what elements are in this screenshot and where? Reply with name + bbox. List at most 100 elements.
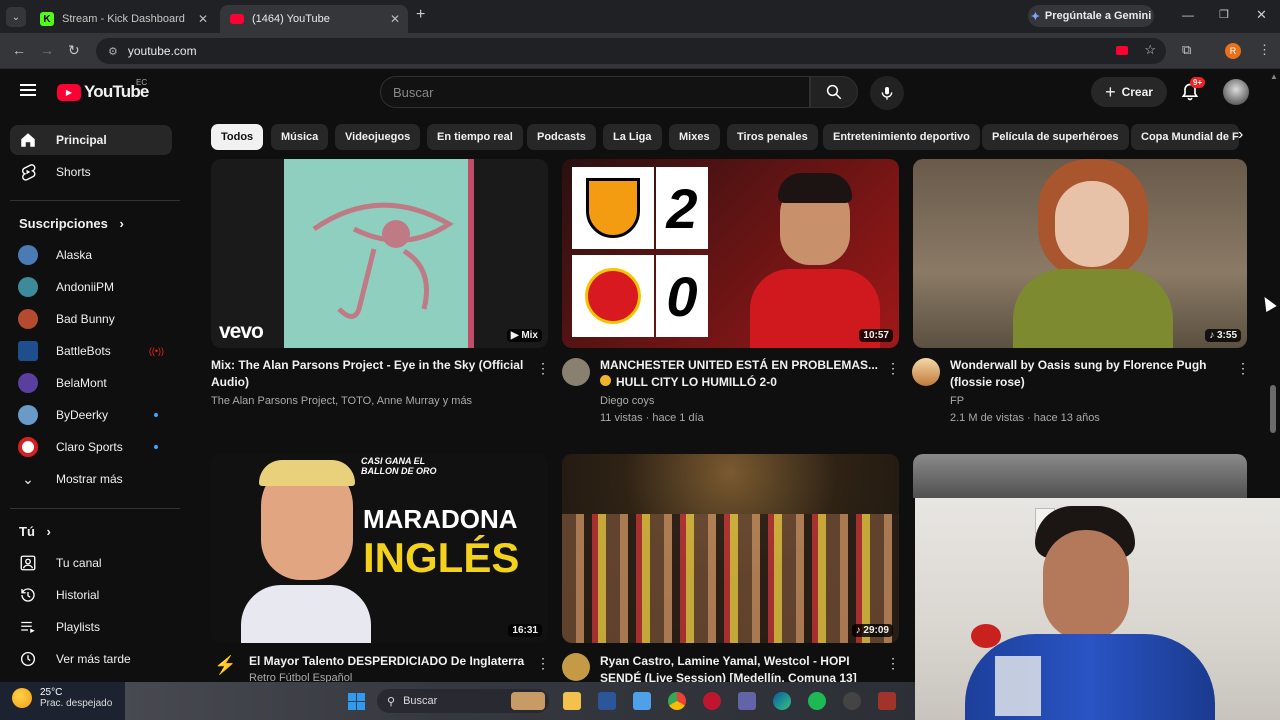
chip-todos[interactable]: Todos [211,124,264,150]
extensions-icon[interactable]: ⧉ [1182,42,1191,58]
hamburger-menu-icon[interactable] [20,84,36,96]
close-icon[interactable]: ✕ [390,12,400,26]
channel-avatar[interactable] [562,653,590,681]
more-options-icon[interactable]: ⋮ [886,360,900,377]
close-icon[interactable]: ✕ [198,12,208,26]
channel-avatar[interactable] [562,358,590,386]
sidebar-item-watch-later[interactable]: Ver más tarde [10,644,172,674]
youtube-play-icon: ▶ [57,83,81,101]
voice-search-button[interactable] [870,76,904,110]
weather-widget[interactable]: 25°C Prac. despejado [12,687,112,709]
url-field[interactable]: ⚙ youtube.com ☆ [96,38,1166,64]
chip-copa-mundial[interactable]: Copa Mundial de F [1131,124,1239,150]
spotify-icon[interactable] [808,692,826,710]
channel-name[interactable]: FP [950,393,964,410]
subscriptions-heading[interactable]: Suscripciones › [19,216,124,231]
more-options-icon[interactable]: ⋮ [536,360,550,377]
sidebar-item-claro-sports[interactable]: Claro Sports [10,432,172,462]
tab-kick-dashboard[interactable]: K Stream - Kick Dashboard ✕ [30,5,216,33]
chip-en-tiempo-real[interactable]: En tiempo real [427,124,523,150]
youtube-ext-icon[interactable] [1116,46,1128,55]
chip-mixes[interactable]: Mixes [669,124,720,150]
channel-name[interactable]: The Alan Parsons Project, TOTO, Anne Mur… [211,393,472,410]
video-title[interactable]: Mix: The Alan Parsons Project - Eye in t… [211,357,531,391]
create-button[interactable]: + Crear [1091,77,1167,107]
plus-icon: + [1105,81,1116,102]
notepad-icon[interactable] [633,692,651,710]
search-button[interactable] [810,76,858,108]
tab-list-button[interactable]: ⌄ [6,7,26,27]
forward-icon[interactable]: → [40,42,54,58]
shorts-icon [18,162,38,182]
account-avatar[interactable] [1223,79,1249,105]
chip-podcasts[interactable]: Podcasts [527,124,596,150]
gemini-button[interactable]: ✦ Pregúntale a Gemini [1028,5,1154,27]
channel-avatar[interactable]: ⚡ [214,655,236,677]
sidebar-item-bydeerky[interactable]: ByDeerky [10,400,172,430]
channel-avatar[interactable] [912,358,940,386]
tab-youtube[interactable]: (1464) YouTube ✕ [220,5,408,33]
close-window-button[interactable]: ✕ [1256,7,1267,23]
app-icon[interactable] [878,692,896,710]
chip-la-liga[interactable]: La Liga [603,124,662,150]
edge-icon[interactable] [773,692,791,710]
profile-avatar[interactable]: R [1225,43,1241,59]
more-options-icon[interactable]: ⋮ [886,655,900,672]
taskbar-search[interactable]: ⚲ Buscar [377,689,549,713]
chip-entretenimiento-deportivo[interactable]: Entretenimiento deportivo [823,124,980,150]
video-thumbnail[interactable]: ♪ 29:09 [562,454,899,643]
video-title[interactable]: MANCHESTER UNITED ESTÁ EN PROBLEMAS... H… [600,357,880,391]
more-options-icon[interactable]: ⋮ [536,655,550,672]
sidebar-item-alaska[interactable]: Alaska [10,240,172,270]
person-figure [955,506,1235,720]
teams-icon[interactable] [738,692,756,710]
show-more-button[interactable]: ⌄ Mostrar más [10,464,172,494]
new-content-dot [154,413,158,417]
start-button[interactable] [348,693,365,710]
site-info-icon[interactable]: ⚙ [108,45,118,58]
word-icon[interactable] [598,692,616,710]
sidebar-item-label: BelaMont [56,376,107,390]
youtube-logo[interactable]: ▶ YouTube EC [57,78,149,102]
chrome-icon[interactable] [668,692,686,710]
back-icon[interactable]: ← [12,42,26,58]
more-options-icon[interactable]: ⋮ [1236,360,1250,377]
sidebar-item-tu-canal[interactable]: Tu canal [10,548,172,578]
sidebar-item-principal[interactable]: Principal [10,125,172,155]
chip-musica[interactable]: Música [271,124,329,150]
browser-menu-icon[interactable]: ⋮ [1258,42,1271,58]
channel-name[interactable]: Diego coys [600,393,654,410]
notifications-button[interactable]: 9+ [1180,77,1206,104]
video-title[interactable]: El Mayor Talento DESPERDICIADO De Inglat… [249,653,539,670]
video-title[interactable]: Wonderwall by Oasis sung by Florence Pug… [950,357,1230,391]
chip-pelicula-superheroes[interactable]: Película de superhéroes [982,124,1129,150]
video-thumbnail[interactable]: CASI GANA EL BALLON DE ORO MARADONA INGL… [211,454,548,643]
sidebar-item-belamont[interactable]: BelaMont [10,368,172,398]
chip-tiros-penales[interactable]: Tiros penales [727,124,818,150]
minimize-button[interactable]: — [1182,8,1194,22]
you-heading[interactable]: Tú › [19,524,51,539]
sidebar-item-bad-bunny[interactable]: Bad Bunny [10,304,172,334]
sidebar-item-battlebots[interactable]: BattleBots ((•)) [10,336,172,366]
video-thumbnail[interactable]: vevo ▶ Mix [211,159,548,348]
sidebar-item-historial[interactable]: Historial [10,580,172,610]
sidebar-item-playlists[interactable]: Playlists [10,612,172,642]
scroll-up-icon[interactable]: ▲ [1270,72,1278,81]
reload-icon[interactable]: ↻ [68,42,80,59]
maximize-button[interactable]: ❐ [1219,8,1229,21]
sidebar-item-andoniipm[interactable]: AndoniiPM [10,272,172,302]
chip-videojuegos[interactable]: Videojuegos [335,124,421,150]
new-tab-button[interactable]: + [416,6,425,24]
bookmark-star-icon[interactable]: ☆ [1144,42,1156,58]
search-input[interactable]: Buscar [380,76,810,108]
video-thumbnail[interactable]: ♪ 3:55 [913,159,1247,348]
file-explorer-icon[interactable] [563,692,581,710]
channel-avatar [18,437,38,457]
chip-scroll-right-icon[interactable]: › [1238,126,1243,144]
video-thumbnail[interactable] [913,454,1247,498]
page-scrollbar[interactable] [1270,385,1276,433]
obs-icon[interactable] [703,692,721,710]
sidebar-item-shorts[interactable]: Shorts [10,157,172,187]
video-thumbnail[interactable]: 2 0 10:57 [562,159,899,348]
app-icon[interactable] [843,692,861,710]
